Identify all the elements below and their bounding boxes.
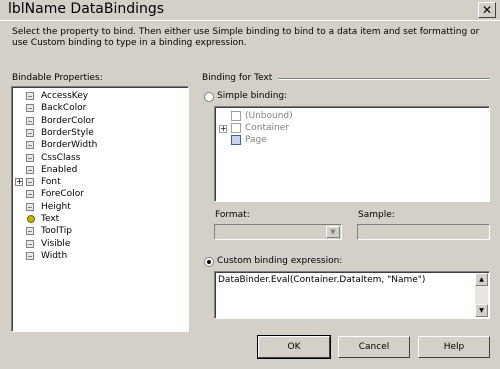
expand-icon[interactable]: +	[15, 178, 23, 187]
cancel-button[interactable]: Cancel	[338, 336, 410, 358]
property-icon	[26, 141, 34, 150]
custom-binding-label: Custom binding expression:	[217, 256, 343, 266]
property-item[interactable]: ToolTip	[12, 225, 182, 237]
property-item[interactable]: BorderWidth	[12, 139, 182, 151]
format-label: Format:	[215, 210, 250, 220]
page-icon	[231, 134, 241, 145]
property-label: BorderStyle	[41, 127, 94, 138]
property-label: BorderColor	[41, 115, 95, 126]
tree-item-label: (Unbound)	[245, 111, 293, 121]
expression-text: DataBinder.Eval(Container.DataItem, "Nam…	[218, 275, 426, 285]
data-item-tree[interactable]: (Unbound) + Container Page	[214, 106, 490, 202]
property-label: Height	[41, 201, 71, 212]
sample-field	[357, 224, 490, 240]
property-icon	[26, 128, 34, 137]
property-label: Enabled	[41, 164, 78, 175]
instructions-text: Select the property to bind. Then either…	[12, 27, 480, 48]
property-icon	[26, 104, 34, 113]
property-item[interactable]: BorderColor	[12, 115, 182, 127]
property-icon	[26, 251, 34, 260]
property-item[interactable]: Width	[12, 250, 182, 262]
tree-item-page[interactable]: Page	[231, 134, 267, 146]
chevron-down-icon[interactable]: ▼	[326, 226, 340, 238]
property-icon	[26, 190, 34, 199]
property-item[interactable]: BackColor	[12, 102, 182, 114]
expand-icon[interactable]: +	[219, 125, 227, 133]
property-item[interactable]: Enabled	[12, 164, 182, 176]
close-icon: ✕	[481, 3, 493, 17]
property-label: Visible	[41, 238, 71, 249]
tree-item-unbound[interactable]: (Unbound)	[231, 110, 293, 122]
lightbulb-icon	[27, 215, 35, 223]
property-icon	[26, 116, 34, 125]
property-label: ForeColor	[41, 189, 84, 200]
simple-binding-radio[interactable]	[204, 92, 214, 102]
property-label: CssClass	[41, 152, 81, 163]
property-icon	[26, 227, 34, 236]
field-icon	[231, 122, 241, 133]
scroll-down-icon[interactable]: ▼	[475, 304, 488, 317]
window-title: lblName DataBindings	[8, 1, 165, 17]
property-item[interactable]: Visible	[12, 238, 182, 250]
group-divider	[278, 78, 490, 80]
property-label: ToolTip	[41, 226, 72, 237]
help-button[interactable]: Help	[418, 336, 490, 358]
title-bar: lblName DataBindings ✕	[0, 0, 500, 21]
binding-for-label: Binding for Text	[202, 73, 273, 83]
property-label: AccessKey	[41, 91, 89, 101]
property-icon	[26, 153, 34, 162]
property-icon	[26, 165, 34, 174]
property-item[interactable]: + Font	[12, 176, 182, 188]
ok-button[interactable]: OK	[257, 335, 331, 359]
property-label: BorderWidth	[41, 140, 98, 151]
property-label: Width	[41, 250, 68, 261]
property-item[interactable]: BorderStyle	[12, 127, 182, 139]
property-label: Font	[41, 177, 61, 188]
property-item[interactable]: ForeColor	[12, 188, 182, 200]
scroll-up-icon[interactable]: ▲	[475, 273, 488, 286]
property-item[interactable]: CssClass	[12, 152, 182, 164]
bindable-properties-label: Bindable Properties:	[12, 73, 103, 83]
property-label: Text	[41, 214, 60, 224]
format-dropdown[interactable]: ▼	[214, 224, 342, 240]
property-icon	[26, 178, 34, 187]
tree-item-label: Page	[245, 135, 267, 145]
tree-item-container[interactable]: Container	[231, 122, 289, 134]
bindable-properties-list[interactable]: AccessKey BackColor BorderColor BorderStyle…	[11, 86, 189, 332]
tree-item-label: Container	[245, 123, 289, 133]
field-icon	[231, 110, 241, 121]
property-item[interactable]: Text	[12, 213, 182, 225]
simple-binding-label: Simple binding:	[217, 91, 288, 101]
property-icon	[26, 239, 34, 248]
property-label: BackColor	[41, 103, 87, 114]
property-icon	[26, 92, 34, 100]
close-button[interactable]: ✕	[478, 2, 496, 18]
custom-binding-radio[interactable]	[204, 257, 214, 267]
property-icon	[26, 202, 34, 211]
property-item[interactable]: AccessKey	[12, 90, 182, 102]
sample-label: Sample:	[358, 210, 395, 220]
property-item[interactable]: Height	[12, 201, 182, 213]
scrollbar[interactable]: ▲ ▼	[475, 273, 488, 317]
custom-binding-expression-input[interactable]: DataBinder.Eval(Container.DataItem, "Nam…	[214, 271, 490, 319]
